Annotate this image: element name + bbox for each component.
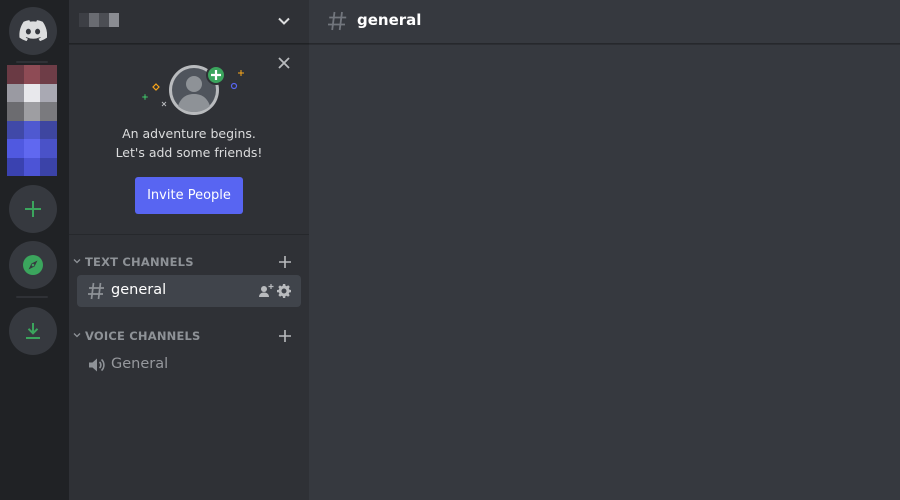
create-channel-plus-icon[interactable] bbox=[277, 254, 293, 270]
category-label: TEXT CHANNELS bbox=[85, 255, 194, 269]
invite-people-button[interactable]: Invite People bbox=[135, 177, 243, 214]
chevron-down-icon[interactable] bbox=[275, 12, 293, 30]
chevron-down-icon bbox=[73, 333, 81, 338]
explore-servers-button[interactable] bbox=[9, 241, 57, 289]
server-name bbox=[79, 13, 119, 27]
gear-icon[interactable] bbox=[276, 283, 292, 299]
welcome-line-1: An adventure begins. bbox=[122, 126, 256, 141]
channel-label: General bbox=[111, 356, 169, 372]
server-header[interactable] bbox=[69, 0, 309, 44]
discord-logo-icon bbox=[19, 20, 47, 42]
category-label: VOICE CHANNELS bbox=[85, 329, 201, 343]
hash-icon bbox=[88, 282, 104, 300]
channel-title: general bbox=[357, 11, 422, 29]
channel-item-general[interactable]: general bbox=[77, 275, 301, 307]
compass-icon bbox=[23, 255, 43, 275]
server-rail bbox=[0, 0, 69, 500]
welcome-panel: An adventure begins. Let's add some frie… bbox=[69, 45, 309, 235]
download-apps-button[interactable] bbox=[9, 307, 57, 355]
add-server-button[interactable] bbox=[9, 185, 57, 233]
channel-item-voice-general[interactable]: General bbox=[77, 349, 301, 381]
hash-icon bbox=[328, 11, 347, 31]
category-voice-channels[interactable]: VOICE CHANNELS bbox=[69, 326, 309, 346]
server-icon[interactable] bbox=[7, 65, 57, 176]
close-icon[interactable] bbox=[275, 54, 293, 72]
plus-icon bbox=[25, 201, 41, 217]
create-invite-icon[interactable] bbox=[258, 283, 274, 299]
category-text-channels[interactable]: TEXT CHANNELS bbox=[69, 252, 309, 272]
rail-separator bbox=[16, 61, 48, 63]
channel-sidebar: An adventure begins. Let's add some frie… bbox=[69, 0, 309, 500]
chat-area: general bbox=[309, 0, 900, 500]
channel-label: general bbox=[111, 282, 167, 298]
speaker-icon bbox=[89, 358, 105, 372]
create-channel-plus-icon[interactable] bbox=[277, 328, 293, 344]
welcome-message: An adventure begins. Let's add some frie… bbox=[69, 124, 309, 162]
download-icon bbox=[26, 323, 40, 339]
home-button[interactable] bbox=[9, 7, 57, 55]
rail-separator bbox=[16, 296, 48, 298]
welcome-line-2: Let's add some friends! bbox=[115, 145, 263, 160]
channel-header: general bbox=[309, 0, 900, 44]
chevron-down-icon bbox=[73, 259, 81, 264]
add-friend-illustration bbox=[142, 65, 244, 115]
